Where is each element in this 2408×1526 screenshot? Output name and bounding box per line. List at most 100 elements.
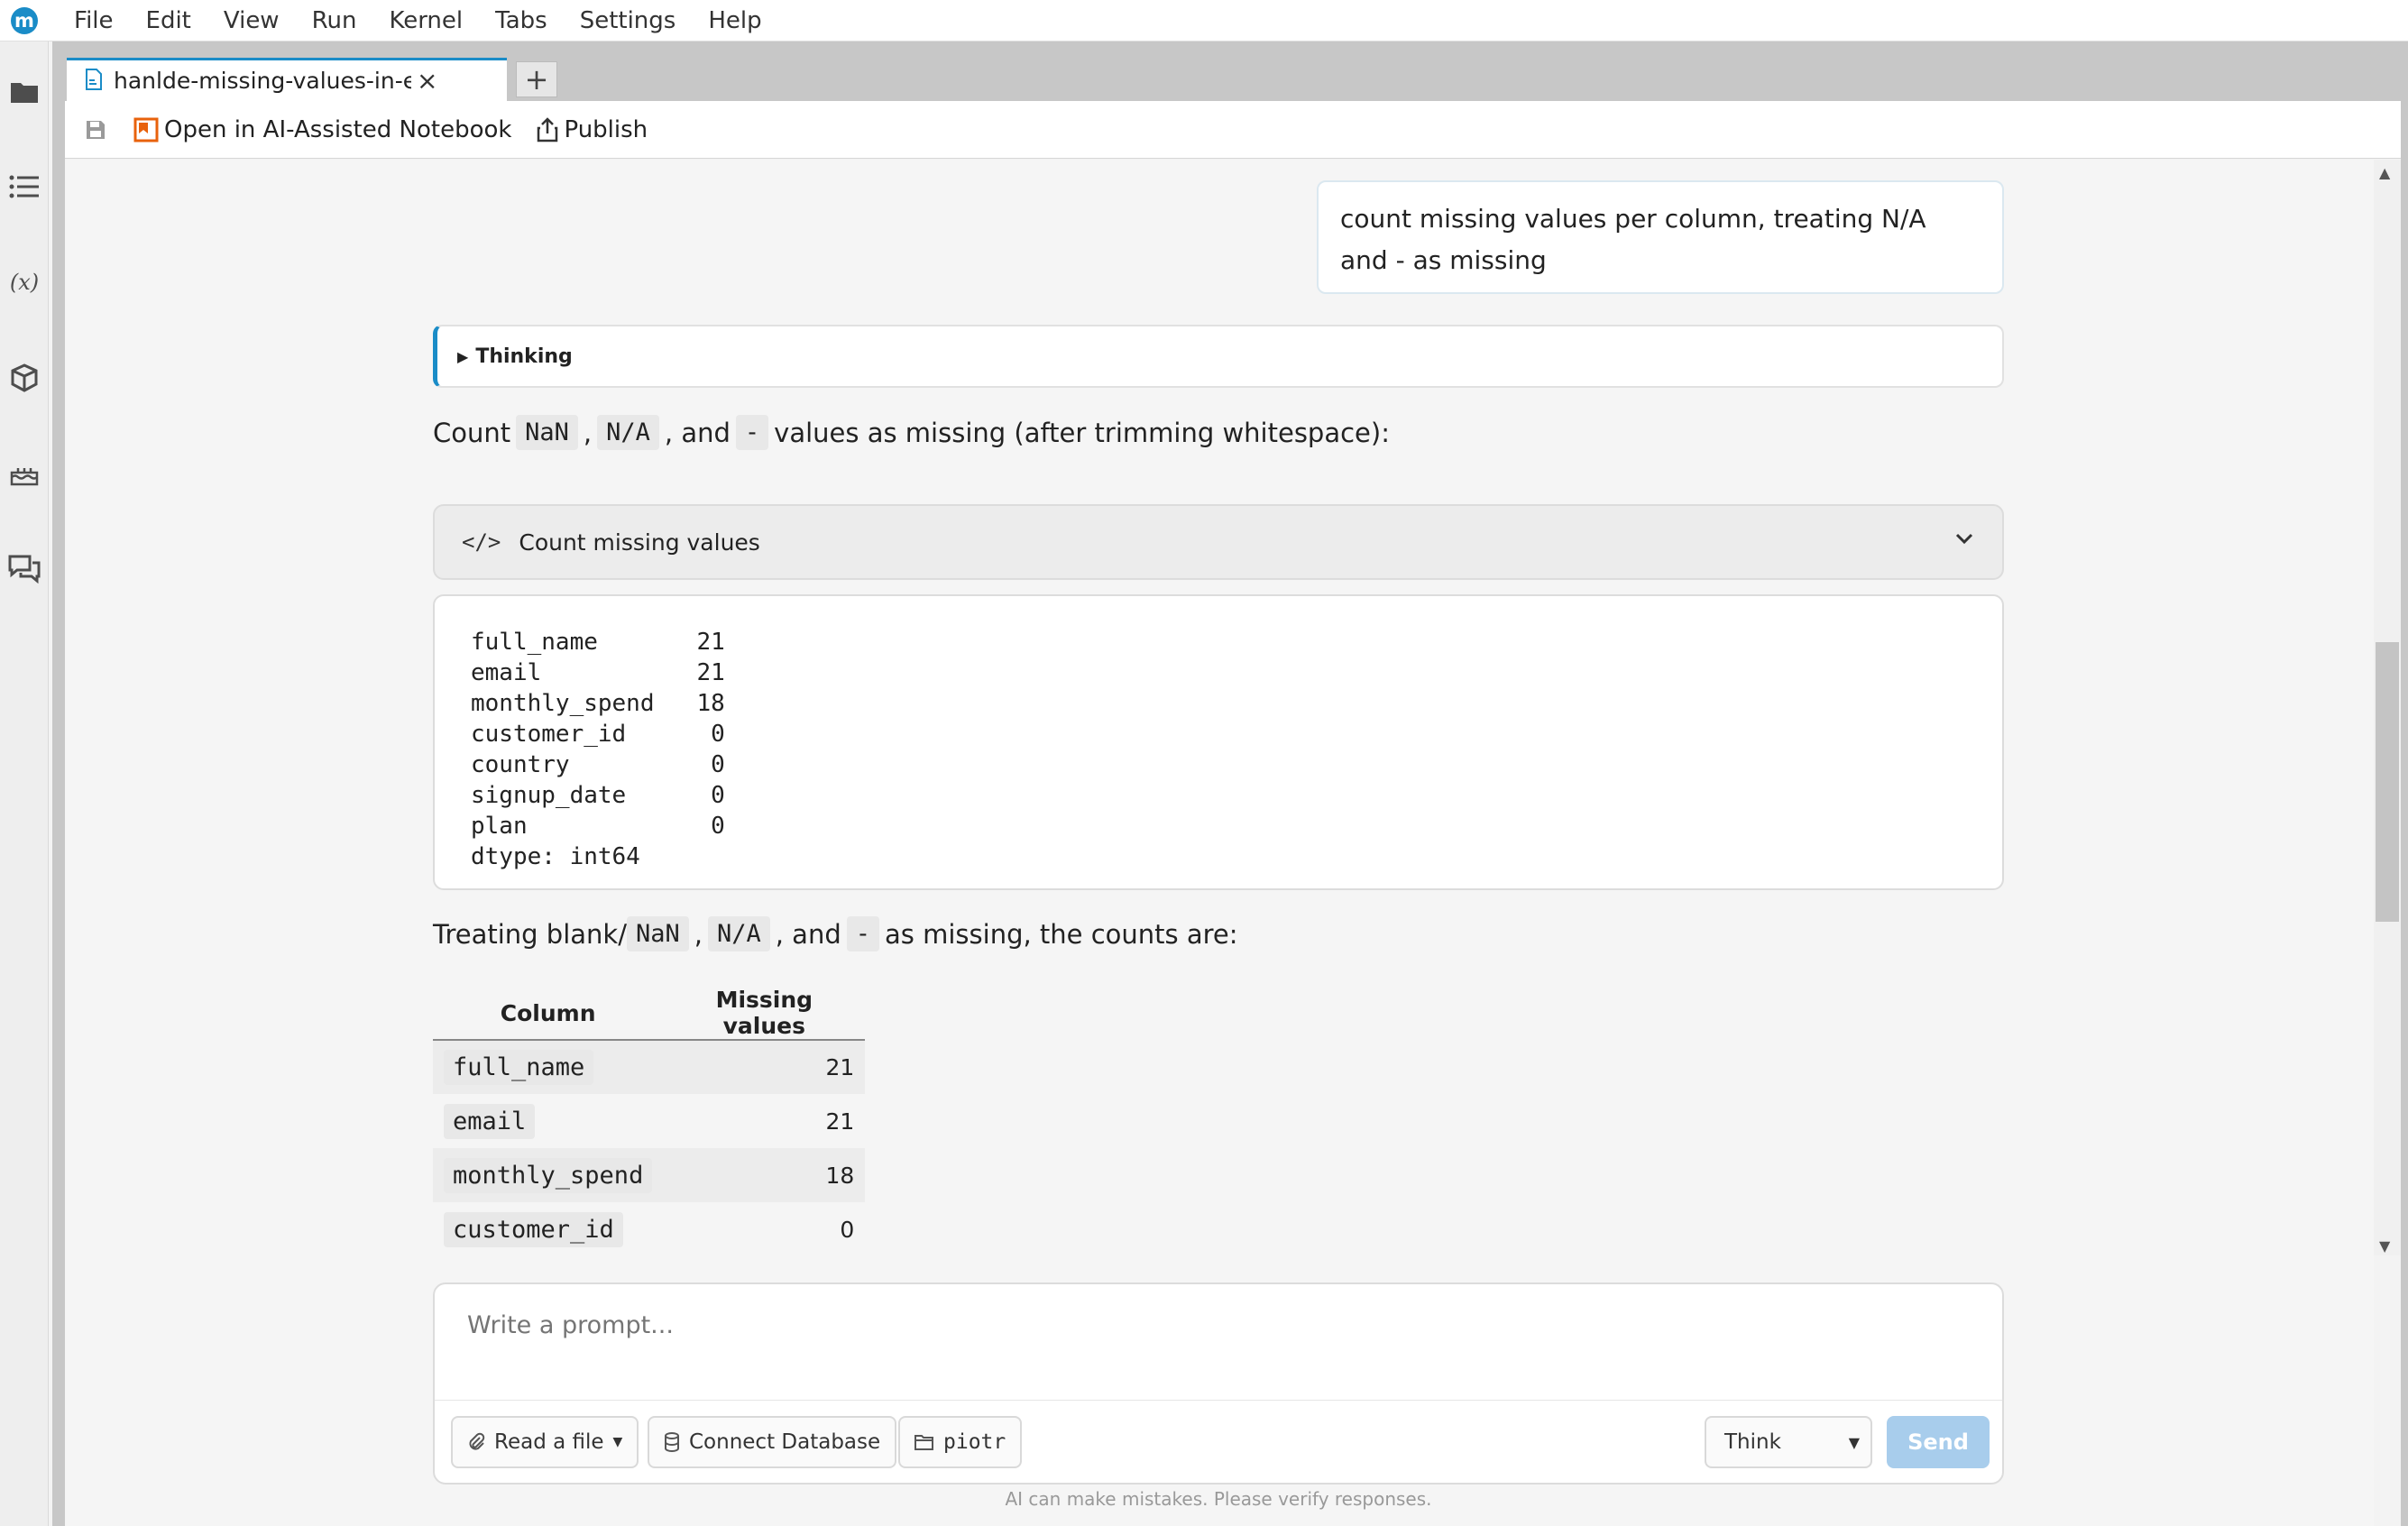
summary-text: as missing, the counts are:	[885, 918, 1238, 950]
column-header: Missing values	[663, 987, 866, 1041]
connect-database-button[interactable]: Connect Database	[648, 1416, 897, 1468]
menu-tabs[interactable]: Tabs	[479, 7, 564, 34]
code-cell-label: Count missing values	[519, 529, 760, 556]
folder-icon[interactable]	[7, 74, 41, 108]
ai-notebook-icon	[133, 117, 159, 142]
list-icon[interactable]	[7, 170, 41, 204]
chat-icon[interactable]	[7, 552, 41, 586]
ai-disclaimer: AI can make mistakes. Please verify resp…	[1005, 1488, 1432, 1510]
chevron-down-icon[interactable]	[1953, 528, 1975, 553]
cell-column: email	[444, 1103, 536, 1139]
scrollbar-thumb[interactable]	[2376, 642, 2399, 922]
mode-select[interactable]: Think ▼	[1705, 1416, 1872, 1468]
missing-values-table: Column Missing values full_name 21 email…	[433, 987, 866, 1256]
new-tab-button[interactable]: +	[516, 61, 557, 97]
notebook-toolbar: Open in AI-Assisted Notebook Publish	[65, 101, 2401, 159]
caret-right-icon: ▶	[457, 347, 469, 365]
assistant-summary: Treating blank/ NaN , N/A , and - as mis…	[433, 916, 1238, 951]
table-row: monthly_spend 18	[433, 1148, 866, 1202]
table-header-row: Column Missing values	[433, 987, 866, 1041]
tab-label: hanlde-missing-values-in-excel	[114, 68, 411, 94]
intro-text: ,	[583, 417, 593, 448]
left-sidebar: (x)	[0, 41, 49, 1526]
cell-column: monthly_spend	[444, 1157, 653, 1193]
summary-text: , and	[775, 918, 841, 950]
output-line: monthly_spend 18	[471, 690, 725, 717]
menu-edit[interactable]: Edit	[130, 7, 207, 34]
share-icon	[537, 116, 558, 142]
sidebar-gutter	[52, 41, 65, 1526]
caret-down-icon: ▼	[612, 1435, 623, 1449]
menu-file[interactable]: File	[58, 7, 130, 34]
column-header: Column	[433, 987, 664, 1041]
menu-bar: m File Edit View Run Kernel Tabs Setting…	[0, 0, 2408, 41]
inline-code: -	[735, 415, 769, 450]
cell-value: 0	[663, 1202, 866, 1256]
inline-code: N/A	[707, 916, 770, 951]
connect-database-label: Connect Database	[689, 1430, 881, 1454]
close-icon[interactable]: ×	[417, 66, 437, 96]
publish-label: Publish	[564, 115, 648, 143]
menu-kernel[interactable]: Kernel	[372, 7, 479, 34]
menu-run[interactable]: Run	[296, 7, 373, 34]
save-icon[interactable]	[83, 117, 108, 142]
output-line: signup_date 0	[471, 782, 725, 809]
read-file-label: Read a file	[494, 1430, 604, 1454]
variables-icon[interactable]: (x)	[7, 265, 41, 299]
inline-code: NaN	[516, 415, 578, 450]
tab-notebook[interactable]: hanlde-missing-values-in-excel ×	[67, 58, 507, 101]
output-line: dtype: int64	[471, 843, 640, 870]
table-row: email 21	[433, 1094, 866, 1148]
inline-code: N/A	[597, 415, 659, 450]
table-row: full_name 21	[433, 1040, 866, 1094]
tab-strip: hanlde-missing-values-in-excel × +	[65, 41, 2408, 101]
thinking-toggle[interactable]: ▶ Thinking	[433, 325, 2004, 388]
cake-icon[interactable]	[7, 456, 41, 491]
inline-code: -	[846, 916, 880, 951]
menu-help[interactable]: Help	[692, 7, 777, 34]
code-cell-header[interactable]: </> Count missing values	[433, 504, 2004, 580]
code-icon: </>	[462, 529, 501, 555]
menu-view[interactable]: View	[207, 7, 296, 34]
output-line: customer_id 0	[471, 721, 725, 748]
folder-label: piotr	[943, 1430, 1006, 1454]
publish-button[interactable]: Publish	[537, 116, 648, 143]
table-row: customer_id 0	[433, 1202, 866, 1256]
composer-divider	[435, 1400, 2002, 1401]
cell-column: full_name	[444, 1050, 594, 1085]
prompt-input[interactable]	[467, 1311, 1820, 1339]
prompt-composer: Read a file ▼ Connect Database piotr Thi…	[433, 1282, 2004, 1485]
package-icon[interactable]	[7, 361, 41, 395]
thinking-label: Thinking	[475, 345, 573, 368]
summary-text: ,	[694, 918, 703, 950]
scroll-up-icon[interactable]: ▲	[2379, 164, 2390, 181]
send-button[interactable]: Send	[1887, 1416, 1990, 1468]
open-ai-notebook-button[interactable]: Open in AI-Assisted Notebook	[133, 116, 511, 143]
output-line: plan 0	[471, 813, 725, 840]
cell-value: 21	[663, 1094, 866, 1148]
assistant-intro: Count NaN , N/A , and - values as missin…	[433, 415, 1390, 450]
cell-value: 21	[663, 1040, 866, 1094]
intro-text: values as missing (after trimming whites…	[774, 417, 1390, 448]
database-icon	[664, 1432, 680, 1452]
output-line: email 21	[471, 659, 725, 686]
caret-down-icon: ▼	[1848, 1434, 1860, 1451]
intro-text: Count	[433, 417, 511, 448]
code-output: full_name 21 email 21 monthly_spend 18 c…	[433, 594, 2004, 890]
open-ai-notebook-label: Open in AI-Assisted Notebook	[164, 115, 512, 143]
output-line: country 0	[471, 751, 725, 778]
folder-button[interactable]: piotr	[898, 1416, 1023, 1468]
cell-column: customer_id	[444, 1211, 623, 1247]
folder-open-icon	[914, 1434, 934, 1450]
menu-settings[interactable]: Settings	[564, 7, 693, 34]
user-message: count missing values per column, treatin…	[1317, 180, 2004, 294]
output-line: full_name 21	[471, 629, 725, 656]
app-logo[interactable]: m	[11, 6, 38, 34]
notebook-file-icon	[85, 68, 103, 94]
inline-code: NaN	[626, 916, 689, 951]
cell-value: 18	[663, 1148, 866, 1202]
scroll-down-icon[interactable]: ▼	[2379, 1237, 2390, 1255]
summary-text: Treating blank/	[433, 918, 627, 950]
read-file-button[interactable]: Read a file ▼	[451, 1416, 639, 1468]
intro-text: , and	[664, 417, 731, 448]
